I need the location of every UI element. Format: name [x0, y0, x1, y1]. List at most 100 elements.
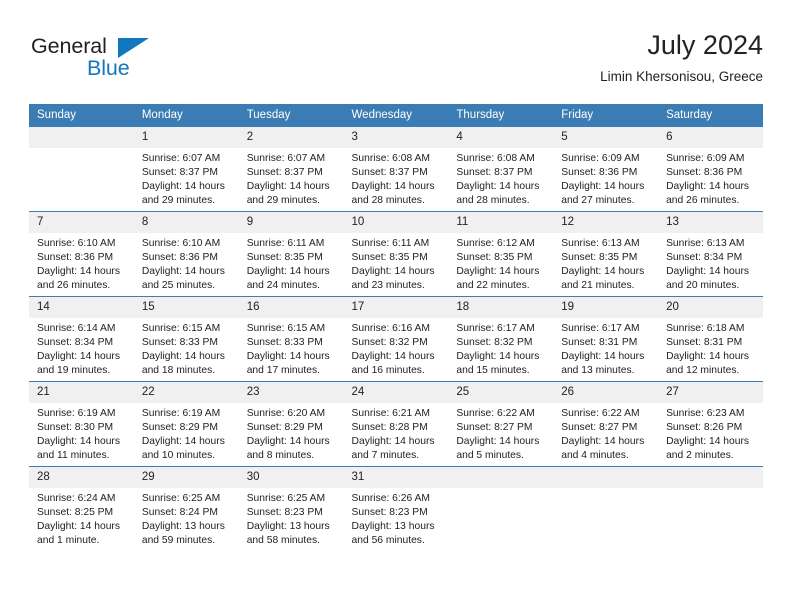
day-number: 28: [29, 467, 134, 488]
calendar-day-cell[interactable]: 24 Sunrise: 6:21 AM Sunset: 8:28 PM Dayligh…: [343, 381, 449, 467]
calendar-day-cell[interactable]: 9 Sunrise: 6:11 AM Sunset: 8:35 PM Daylight…: [238, 211, 344, 297]
calendar-day-cell[interactable]: 11 Sunrise: 6:12 AM Sunset: 8:35 PM Dayligh…: [448, 211, 554, 297]
daylight-text-line2: and 22 minutes.: [456, 280, 530, 292]
day-sun-info: Sunrise: 6:16 AM Sunset: 8:32 PM Daylight:…: [344, 318, 449, 378]
daylight-text-line1: Daylight: 14 hours: [141, 351, 225, 363]
day-number: 10: [343, 212, 449, 233]
sunrise-text: Sunrise: 6:25 AM: [246, 493, 326, 504]
calendar-day-cell[interactable]: 17 Sunrise: 6:16 AM Sunset: 8:32 PM Dayligh…: [343, 296, 449, 382]
sunset-text: Sunset: 8:24 PM: [141, 507, 218, 519]
day-number: 13: [658, 212, 763, 233]
calendar-week-row: 1 Sunrise: 6:07 AM Sunset: 8:37 PM Daylight…: [29, 127, 763, 212]
calendar-day-cell[interactable]: 31 Sunrise: 6:26 AM Sunset: 8:23 PM Dayligh…: [343, 466, 449, 551]
daylight-text-line1: Daylight: 14 hours: [246, 436, 330, 448]
calendar-day-cell[interactable]: 27 Sunrise: 6:23 AM Sunset: 8:26 PM Dayligh…: [658, 381, 763, 467]
day-sun-info: Sunrise: 6:13 AM Sunset: 8:34 PM Daylight:…: [658, 233, 763, 293]
daylight-text-line2: and 27 minutes.: [561, 195, 635, 207]
calendar-day-cell[interactable]: 13 Sunrise: 6:13 AM Sunset: 8:34 PM Dayligh…: [658, 211, 763, 297]
daylight-text-line1: Daylight: 14 hours: [37, 351, 120, 363]
daylight-text-line2: and 15 minutes.: [456, 365, 530, 377]
sunset-text: Sunset: 8:36 PM: [666, 167, 743, 179]
daylight-text-line1: Daylight: 14 hours: [666, 436, 750, 448]
calendar-day-cell[interactable]: 29 Sunrise: 6:25 AM Sunset: 8:24 PM Dayligh…: [133, 466, 239, 551]
sunrise-text: Sunrise: 6:09 AM: [666, 153, 745, 164]
day-sun-info: Sunrise: 6:09 AM Sunset: 8:36 PM Daylight:…: [553, 148, 658, 208]
daylight-text-line2: and 13 minutes.: [561, 365, 635, 377]
calendar-day-cell[interactable]: 6 Sunrise: 6:09 AM Sunset: 8:36 PM Daylight…: [658, 127, 763, 212]
calendar-day-cell[interactable]: 14 Sunrise: 6:14 AM Sunset: 8:34 PM Dayligh…: [29, 296, 134, 382]
daylight-text-line2: and 8 minutes.: [246, 450, 315, 462]
calendar-day-cell[interactable]: 10 Sunrise: 6:11 AM Sunset: 8:35 PM Dayligh…: [343, 211, 449, 297]
calendar-day-cell[interactable]: 4 Sunrise: 6:08 AM Sunset: 8:37 PM Daylight…: [448, 127, 554, 212]
calendar-day-cell[interactable]: 18 Sunrise: 6:17 AM Sunset: 8:32 PM Dayligh…: [448, 296, 554, 382]
calendar-day-cell[interactable]: 30 Sunrise: 6:25 AM Sunset: 8:23 PM Dayligh…: [238, 466, 344, 551]
day-number: 5: [553, 127, 659, 148]
day-number: 23: [238, 382, 344, 403]
calendar-week-row: 7 Sunrise: 6:10 AM Sunset: 8:36 PM Daylight…: [29, 211, 763, 297]
calendar-day-cell-empty: [29, 127, 134, 212]
calendar-day-cell[interactable]: 1 Sunrise: 6:07 AM Sunset: 8:37 PM Daylight…: [133, 127, 239, 212]
calendar-day-cell[interactable]: 20 Sunrise: 6:18 AM Sunset: 8:31 PM Dayligh…: [658, 296, 763, 382]
calendar-day-cell[interactable]: 8 Sunrise: 6:10 AM Sunset: 8:36 PM Daylight…: [133, 211, 239, 297]
calendar-day-cell[interactable]: 26 Sunrise: 6:22 AM Sunset: 8:27 PM Dayligh…: [553, 381, 659, 467]
sunset-text: Sunset: 8:31 PM: [666, 337, 743, 349]
day-number: 2: [238, 127, 344, 148]
day-number: 14: [29, 297, 134, 318]
weekday-header-sunday: Sunday: [29, 104, 134, 127]
day-number: 6: [658, 127, 763, 148]
calendar-day-cell[interactable]: 21 Sunrise: 6:19 AM Sunset: 8:30 PM Dayligh…: [29, 381, 134, 467]
daylight-text-line1: Daylight: 14 hours: [351, 181, 435, 193]
day-sun-info: Sunrise: 6:07 AM Sunset: 8:37 PM Daylight:…: [239, 148, 344, 208]
sunset-text: Sunset: 8:36 PM: [37, 252, 114, 264]
calendar-grid: Sunday Monday Tuesday Wednesday Thursday…: [29, 104, 763, 551]
daylight-text-line1: Daylight: 14 hours: [561, 436, 645, 448]
sunrise-text: Sunrise: 6:11 AM: [351, 238, 430, 249]
calendar-day-cell[interactable]: 3 Sunrise: 6:08 AM Sunset: 8:37 PM Daylight…: [343, 127, 449, 212]
sunrise-text: Sunrise: 6:22 AM: [561, 408, 640, 419]
daylight-text-line1: Daylight: 13 hours: [246, 521, 330, 533]
day-sun-info: Sunrise: 6:12 AM Sunset: 8:35 PM Daylight:…: [448, 233, 553, 293]
calendar-day-cell[interactable]: 28 Sunrise: 6:24 AM Sunset: 8:25 PM Dayligh…: [29, 466, 134, 551]
daylight-text-line1: Daylight: 14 hours: [351, 351, 435, 363]
daylight-text-line1: Daylight: 13 hours: [351, 521, 435, 533]
sunrise-text: Sunrise: 6:18 AM: [666, 323, 745, 334]
calendar-day-cell[interactable]: 23 Sunrise: 6:20 AM Sunset: 8:29 PM Dayligh…: [238, 381, 344, 467]
sunset-text: Sunset: 8:33 PM: [246, 337, 323, 349]
daylight-text-line1: Daylight: 14 hours: [561, 266, 645, 278]
daylight-text-line2: and 28 minutes.: [351, 195, 425, 207]
calendar-day-cell-empty: [658, 466, 763, 551]
day-sun-info: Sunrise: 6:20 AM Sunset: 8:29 PM Daylight:…: [239, 403, 344, 463]
title-block: July 2024 Limin Khersonisou, Greece: [600, 28, 763, 87]
daylight-text-line1: Daylight: 14 hours: [456, 351, 540, 363]
day-sun-info: Sunrise: 6:10 AM Sunset: 8:36 PM Daylight:…: [29, 233, 134, 293]
sunrise-text: Sunrise: 6:21 AM: [351, 408, 430, 419]
weekday-header-saturday: Saturday: [658, 104, 763, 127]
sunrise-text: Sunrise: 6:08 AM: [351, 153, 430, 164]
calendar-day-cell[interactable]: 22 Sunrise: 6:19 AM Sunset: 8:29 PM Dayligh…: [133, 381, 239, 467]
sunset-text: Sunset: 8:36 PM: [141, 252, 218, 264]
calendar-day-cell[interactable]: 16 Sunrise: 6:15 AM Sunset: 8:33 PM Dayligh…: [238, 296, 344, 382]
sunset-text: Sunset: 8:23 PM: [246, 507, 323, 519]
calendar-day-cell[interactable]: 7 Sunrise: 6:10 AM Sunset: 8:36 PM Daylight…: [29, 211, 134, 297]
day-number: 15: [133, 297, 239, 318]
calendar-day-cell[interactable]: 12 Sunrise: 6:13 AM Sunset: 8:35 PM Dayligh…: [553, 211, 659, 297]
day-number: 26: [553, 382, 659, 403]
calendar-day-cell[interactable]: 5 Sunrise: 6:09 AM Sunset: 8:36 PM Daylight…: [553, 127, 659, 212]
daylight-text-line2: and 26 minutes.: [666, 195, 740, 207]
weekday-header-friday: Friday: [553, 104, 659, 127]
daylight-text-line2: and 18 minutes.: [141, 365, 216, 377]
weekday-header-monday: Monday: [133, 104, 239, 127]
daylight-text-line1: Daylight: 14 hours: [561, 181, 645, 193]
general-blue-logo[interactable]: General Blue: [29, 34, 229, 90]
sunrise-text: Sunrise: 6:13 AM: [666, 238, 745, 249]
daylight-text-line2: and 17 minutes.: [246, 365, 320, 377]
sunset-text: Sunset: 8:28 PM: [351, 422, 428, 434]
calendar-day-cell[interactable]: 15 Sunrise: 6:15 AM Sunset: 8:33 PM Dayligh…: [133, 296, 239, 382]
sunset-text: Sunset: 8:23 PM: [351, 507, 428, 519]
calendar-day-cell[interactable]: 2 Sunrise: 6:07 AM Sunset: 8:37 PM Daylight…: [238, 127, 344, 212]
calendar-day-cell[interactable]: 19 Sunrise: 6:17 AM Sunset: 8:31 PM Dayligh…: [553, 296, 659, 382]
weekday-header-wednesday: Wednesday: [343, 104, 449, 127]
daylight-text-line2: and 29 minutes.: [141, 195, 216, 207]
calendar-day-cell[interactable]: 25 Sunrise: 6:22 AM Sunset: 8:27 PM Dayligh…: [448, 381, 554, 467]
sunrise-text: Sunrise: 6:17 AM: [456, 323, 535, 334]
